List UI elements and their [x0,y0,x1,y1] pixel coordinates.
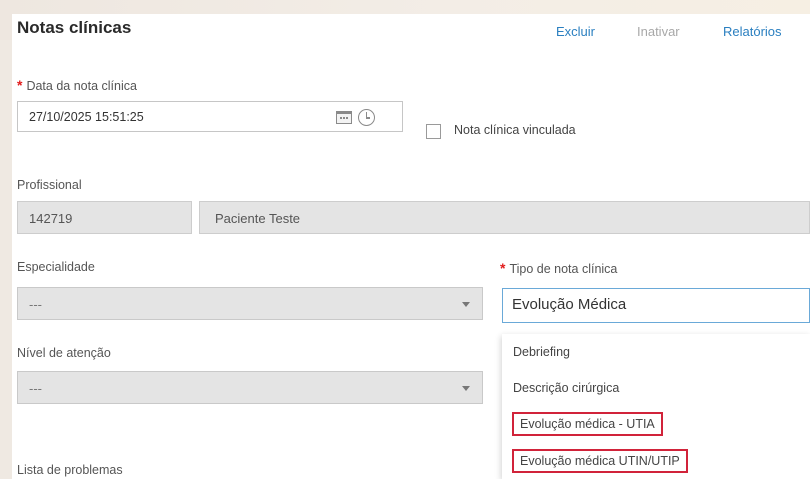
especialidade-select[interactable]: --- [17,287,483,320]
date-value: 27/10/2025 15:51:25 [29,110,144,124]
chevron-down-icon [462,302,470,307]
nivel-select[interactable]: --- [17,371,483,404]
page-title: Notas clínicas [17,18,132,37]
required-mark: * [500,260,506,276]
tipo-select[interactable]: Evolução Médica [502,288,810,323]
tipo-label-text: Tipo de nota clínica [509,262,618,276]
excluir-button[interactable]: Excluir [556,24,595,39]
tipo-dropdown-list: Debriefing Descrição cirúrgica Evolução … [502,334,810,479]
problemas-label: Lista de problemas [17,463,123,477]
linked-note-checkbox[interactable] [426,124,441,139]
nivel-value: --- [29,381,42,396]
date-field[interactable]: 27/10/2025 15:51:25 [17,101,403,132]
tipo-label: * Tipo de nota clínica [500,260,617,276]
dropdown-option[interactable]: Evolução médica - UTIA [512,412,663,436]
calendar-icon[interactable] [336,111,352,124]
especialidade-value: --- [29,297,42,312]
dropdown-option[interactable]: Evolução médica UTIN/UTIP [512,449,688,473]
required-mark: * [17,77,23,93]
chevron-down-icon [462,386,470,391]
profissional-label: Profissional [17,178,82,192]
date-label-text: Data da nota clínica [26,79,137,93]
dropdown-option[interactable]: Debriefing [513,345,570,359]
profissional-code-field: 142719 [17,201,192,234]
clock-icon[interactable] [358,109,375,126]
relatorios-button[interactable]: Relatórios [723,24,782,39]
profissional-name-field: Paciente Teste [199,201,810,234]
linked-note-label: Nota clínica vinculada [454,123,576,137]
nivel-label: Nível de atenção [17,346,111,360]
especialidade-label: Especialidade [17,260,95,274]
tipo-value: Evolução Médica [512,296,627,313]
inativar-button[interactable]: Inativar [637,24,680,39]
dropdown-option[interactable]: Descrição cirúrgica [513,381,619,395]
date-label: * Data da nota clínica [17,77,137,93]
